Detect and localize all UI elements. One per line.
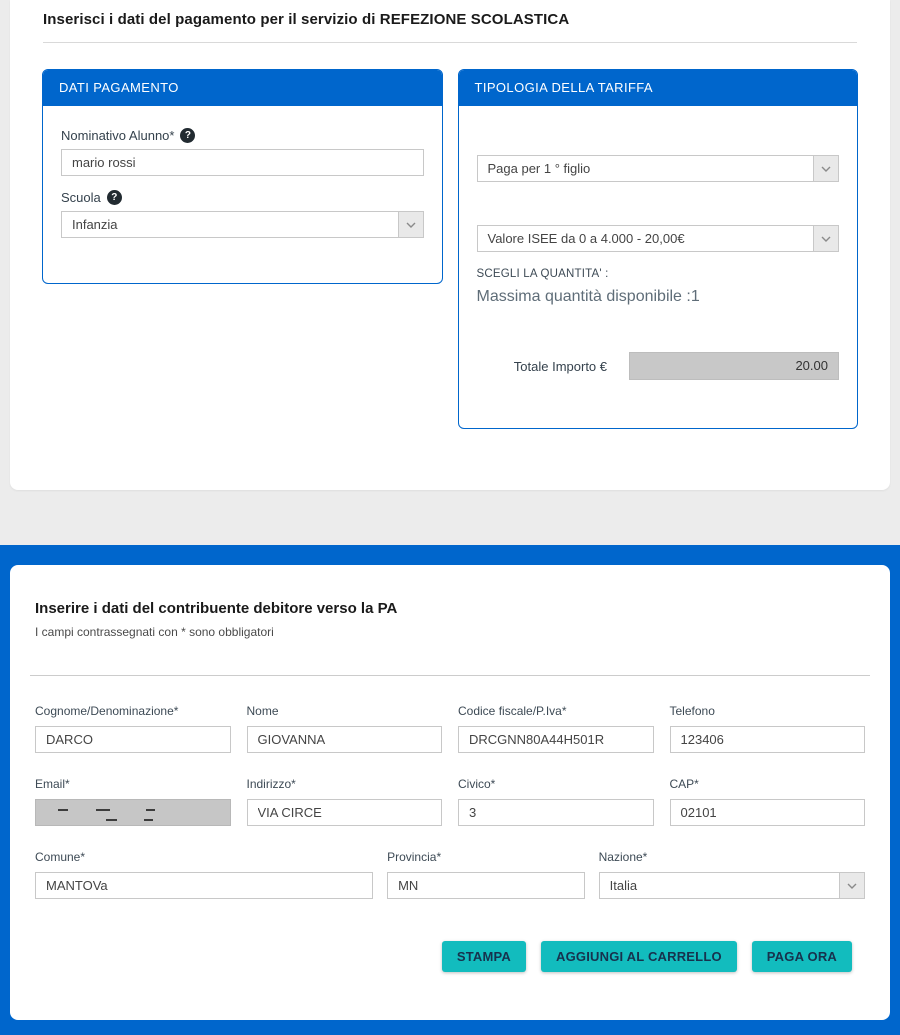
provincia-field: Provincia* bbox=[387, 850, 585, 899]
dati-pagamento-header: DATI PAGAMENTO bbox=[43, 70, 442, 106]
chevron-down-icon bbox=[813, 226, 838, 251]
codice-fiscale-field: Codice fiscale/P.Iva* bbox=[458, 704, 654, 753]
debtor-fields-grid: Cognome/Denominazione* Nome Codice fisca… bbox=[24, 704, 876, 826]
help-icon[interactable]: ? bbox=[180, 128, 195, 143]
civico-label: Civico* bbox=[458, 777, 654, 791]
totale-importo-label: Totale Importo € bbox=[514, 359, 607, 374]
nominativo-alunno-label: Nominativo Alunno* bbox=[61, 128, 174, 143]
provincia-input[interactable] bbox=[387, 872, 585, 899]
isee-select-value: Valore ISEE da 0 a 4.000 - 20,00€ bbox=[478, 226, 814, 251]
figlio-select-value: Paga per 1 ° figlio bbox=[478, 156, 814, 181]
figlio-select[interactable]: Paga per 1 ° figlio bbox=[477, 155, 840, 182]
codice-fiscale-label: Codice fiscale/P.Iva* bbox=[458, 704, 654, 718]
nominativo-alunno-label-row: Nominativo Alunno* ? bbox=[61, 128, 424, 143]
provincia-label: Provincia* bbox=[387, 850, 585, 864]
nominativo-alunno-input[interactable] bbox=[61, 149, 424, 176]
chevron-down-icon bbox=[813, 156, 838, 181]
chevron-down-icon bbox=[398, 212, 423, 237]
nome-field: Nome bbox=[247, 704, 443, 753]
nazione-field: Nazione* Italia bbox=[599, 850, 865, 899]
totale-importo-value: 20.00 bbox=[629, 352, 839, 380]
isee-select[interactable]: Valore ISEE da 0 a 4.000 - 20,00€ bbox=[477, 225, 840, 252]
chevron-down-icon bbox=[839, 873, 864, 898]
action-buttons-row: STAMPA AGGIUNGI AL CARRELLO PAGA ORA bbox=[24, 941, 876, 972]
indirizzo-input[interactable] bbox=[247, 799, 443, 826]
cognome-field: Cognome/Denominazione* bbox=[35, 704, 231, 753]
debtor-divider bbox=[30, 675, 870, 676]
tipologia-tariffa-panel: TIPOLOGIA DELLA TARIFFA Paga per 1 ° fig… bbox=[458, 69, 859, 429]
payment-data-card: Inserisci i dati del pagamento per il se… bbox=[10, 0, 890, 490]
tipologia-tariffa-header: TIPOLOGIA DELLA TARIFFA bbox=[459, 70, 858, 106]
nazione-select[interactable]: Italia bbox=[599, 872, 865, 899]
cap-input[interactable] bbox=[670, 799, 866, 826]
indirizzo-label: Indirizzo* bbox=[247, 777, 443, 791]
email-label: Email* bbox=[35, 777, 231, 791]
nome-input[interactable] bbox=[247, 726, 443, 753]
nazione-label: Nazione* bbox=[599, 850, 865, 864]
telefono-field: Telefono bbox=[670, 704, 866, 753]
email-field: Email* bbox=[35, 777, 231, 826]
indirizzo-field: Indirizzo* bbox=[247, 777, 443, 826]
scuola-select[interactable]: Infanzia bbox=[61, 211, 424, 238]
debtor-data-card: Inserire i dati del contribuente debitor… bbox=[10, 565, 890, 1020]
nazione-select-value: Italia bbox=[600, 873, 839, 898]
comune-input[interactable] bbox=[35, 872, 373, 899]
cognome-label: Cognome/Denominazione* bbox=[35, 704, 231, 718]
page-title: Inserisci i dati del pagamento per il se… bbox=[10, 0, 890, 28]
cognome-input[interactable] bbox=[35, 726, 231, 753]
debtor-title: Inserire i dati del contribuente debitor… bbox=[24, 600, 876, 617]
massima-quantita-text: Massima quantità disponibile :1 bbox=[477, 288, 840, 306]
comune-label: Comune* bbox=[35, 850, 373, 864]
scuola-label: Scuola bbox=[61, 190, 101, 205]
civico-input[interactable] bbox=[458, 799, 654, 826]
nome-label: Nome bbox=[247, 704, 443, 718]
dati-pagamento-panel: DATI PAGAMENTO Nominativo Alunno* ? Scuo… bbox=[42, 69, 443, 284]
telefono-input[interactable] bbox=[670, 726, 866, 753]
cap-label: CAP* bbox=[670, 777, 866, 791]
stampa-button[interactable]: STAMPA bbox=[442, 941, 526, 972]
debtor-fields-grid-row3: Comune* Provincia* Nazione* Italia bbox=[24, 850, 876, 899]
scegli-quantita-label: SCEGLI LA QUANTITA' : bbox=[477, 268, 840, 280]
codice-fiscale-input[interactable] bbox=[458, 726, 654, 753]
comune-field: Comune* bbox=[35, 850, 373, 899]
email-input-disabled bbox=[35, 799, 231, 826]
totale-importo-row: Totale Importo € 20.00 bbox=[477, 352, 840, 380]
cap-field: CAP* bbox=[670, 777, 866, 826]
paga-ora-button[interactable]: PAGA ORA bbox=[752, 941, 852, 972]
aggiungi-al-carrello-button[interactable]: AGGIUNGI AL CARRELLO bbox=[541, 941, 737, 972]
scuola-label-row: Scuola ? bbox=[61, 190, 424, 205]
help-icon[interactable]: ? bbox=[107, 190, 122, 205]
telefono-label: Telefono bbox=[670, 704, 866, 718]
debtor-subtitle: I campi contrassegnati con * sono obblig… bbox=[24, 625, 876, 639]
panels-container: DATI PAGAMENTO Nominativo Alunno* ? Scuo… bbox=[10, 43, 890, 429]
debtor-section-band: Inserire i dati del contribuente debitor… bbox=[0, 545, 900, 1035]
scuola-select-value: Infanzia bbox=[62, 212, 398, 237]
civico-field: Civico* bbox=[458, 777, 654, 826]
